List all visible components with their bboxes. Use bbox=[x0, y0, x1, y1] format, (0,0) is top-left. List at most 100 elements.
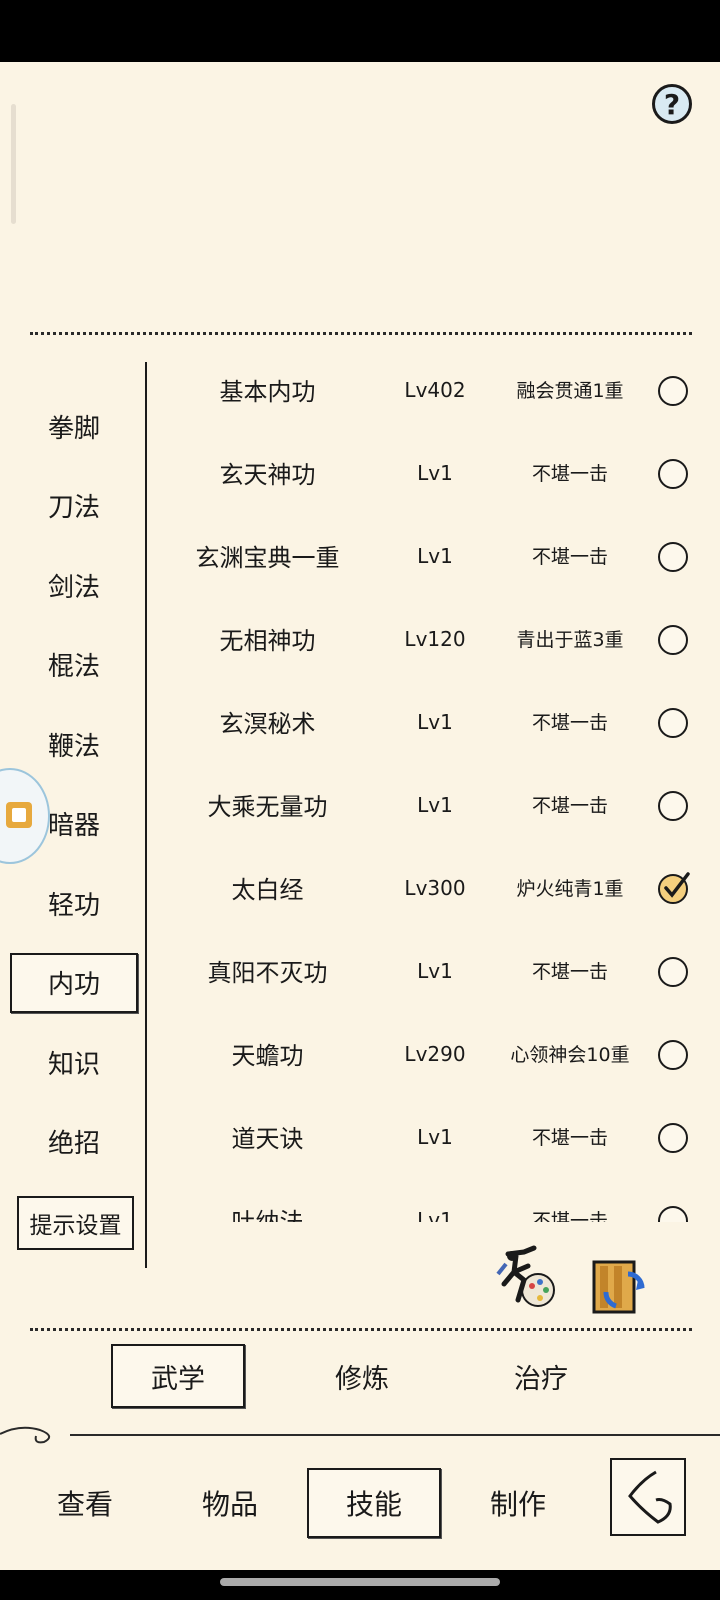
skill-name: 玄溟秘术 bbox=[219, 710, 316, 738]
category-label: 刀法 bbox=[47, 493, 100, 523]
skill-select-checkbox[interactable] bbox=[658, 872, 690, 904]
skill-select-checkbox[interactable] bbox=[658, 376, 688, 406]
skill-row[interactable]: 基本内功 Lv402 融会贯通1重 bbox=[150, 350, 720, 431]
skill-level: Lv300 bbox=[404, 875, 466, 900]
subtab[interactable]: 修炼 bbox=[295, 1344, 429, 1408]
skill-row[interactable]: 玄溟秘术 Lv1 不堪一击 bbox=[150, 680, 720, 763]
nav-tab-label: 技能 bbox=[345, 1488, 402, 1521]
hint-settings-label: 提示设置 bbox=[29, 1213, 122, 1239]
skill-row[interactable]: 天蟾功 Lv290 心领神会10重 bbox=[150, 1012, 720, 1095]
subtab[interactable]: 武学 bbox=[111, 1344, 245, 1408]
subtab[interactable]: 治疗 bbox=[474, 1344, 608, 1408]
nav-tab[interactable]: 物品 bbox=[163, 1468, 297, 1538]
nav-separator bbox=[70, 1434, 720, 1436]
top-divider bbox=[30, 332, 692, 335]
category-label: 绝招 bbox=[47, 1129, 100, 1159]
skill-row[interactable]: 无相神功 Lv120 青出于蓝3重 bbox=[150, 597, 720, 680]
nav-tab[interactable]: 技能 bbox=[307, 1468, 441, 1538]
skill-level: Lv1 bbox=[417, 792, 453, 817]
skill-row[interactable]: 太白经 Lv300 炉火纯青1重 bbox=[150, 846, 720, 929]
skill-row[interactable]: 吐纳法 Lv1 不堪一击 bbox=[150, 1178, 720, 1222]
subtab-label: 武学 bbox=[151, 1363, 205, 1395]
category-tab[interactable]: 轻功 bbox=[10, 873, 138, 933]
subtab-label: 治疗 bbox=[514, 1363, 568, 1395]
skill-row[interactable]: 大乘无量功 Lv1 不堪一击 bbox=[150, 763, 720, 846]
back-button[interactable] bbox=[610, 1458, 686, 1536]
scroll-exchange-icon[interactable] bbox=[586, 1256, 652, 1322]
skill-select-checkbox[interactable] bbox=[658, 708, 688, 738]
decorative-swirl-icon bbox=[0, 1426, 51, 1444]
subtab-label: 修炼 bbox=[335, 1363, 389, 1395]
skill-name: 基本内功 bbox=[219, 378, 316, 406]
category-tab[interactable]: 内功 bbox=[10, 952, 138, 1013]
skill-rank: 不堪一击 bbox=[531, 546, 608, 568]
skill-row[interactable]: 玄渊宝典一重 Lv1 不堪一击 bbox=[150, 514, 720, 597]
hint-settings-button[interactable]: 提示设置 bbox=[17, 1196, 134, 1250]
bottom-divider bbox=[30, 1328, 692, 1331]
sidebar-divider bbox=[145, 362, 147, 1268]
skill-name: 太白经 bbox=[231, 876, 304, 904]
nav-tab[interactable]: 制作 bbox=[451, 1468, 585, 1538]
question-mark-icon: ? bbox=[663, 87, 681, 121]
skill-level: Lv1 bbox=[417, 709, 453, 734]
skill-rank: 青出于蓝3重 bbox=[516, 629, 624, 651]
skill-row[interactable]: 玄天神功 Lv1 不堪一击 bbox=[150, 431, 720, 514]
skill-rank: 炉火纯青1重 bbox=[516, 878, 624, 900]
category-tab[interactable]: 剑法 bbox=[10, 555, 138, 615]
nav-tab-label: 查看 bbox=[56, 1488, 113, 1521]
status-bar bbox=[0, 0, 720, 62]
skill-name: 吐纳法 bbox=[231, 1208, 304, 1222]
skill-select-checkbox[interactable] bbox=[658, 957, 688, 987]
skill-rank: 心领神会10重 bbox=[510, 1044, 630, 1066]
skill-name: 大乘无量功 bbox=[207, 793, 328, 821]
home-indicator[interactable] bbox=[220, 1578, 500, 1586]
skill-rank: 不堪一击 bbox=[531, 1210, 608, 1222]
skill-level: Lv1 bbox=[417, 958, 453, 983]
skill-list[interactable]: 基本内功 Lv402 融会贯通1重 玄天神功 Lv1 不堪一击 玄渊宝典一重 Lv1 不堪一击无… bbox=[150, 350, 720, 1222]
skill-name: 玄天神功 bbox=[219, 461, 316, 489]
category-tab[interactable]: 拳脚 bbox=[10, 396, 138, 456]
skill-select-checkbox[interactable] bbox=[658, 542, 688, 572]
back-arrow-icon bbox=[628, 1470, 672, 1524]
skill-name: 道天诀 bbox=[231, 1125, 304, 1153]
category-label: 内功 bbox=[47, 970, 100, 1000]
skill-select-checkbox[interactable] bbox=[658, 1206, 688, 1222]
skill-rank: 不堪一击 bbox=[531, 712, 608, 734]
skill-select-checkbox[interactable] bbox=[658, 1040, 688, 1070]
category-tab[interactable]: 刀法 bbox=[10, 476, 138, 536]
nav-tab-label: 物品 bbox=[201, 1488, 258, 1521]
nav-tab-label: 制作 bbox=[489, 1488, 546, 1521]
checkmark-icon bbox=[664, 872, 690, 898]
skill-rank: 不堪一击 bbox=[531, 961, 608, 983]
skill-level: Lv1 bbox=[417, 543, 453, 568]
nav-tab[interactable]: 查看 bbox=[18, 1468, 152, 1538]
category-label: 知识 bbox=[47, 1049, 100, 1080]
skill-rank: 融会贯通1重 bbox=[516, 380, 624, 402]
skill-rank: 不堪一击 bbox=[531, 795, 608, 817]
skill-level: Lv402 bbox=[404, 377, 466, 402]
category-tab[interactable]: 棍法 bbox=[10, 635, 138, 695]
skill-rank: 不堪一击 bbox=[531, 463, 608, 485]
skill-name: 玄渊宝典一重 bbox=[195, 544, 340, 572]
category-tab[interactable]: 绝招 bbox=[10, 1112, 138, 1172]
category-label: 鞭法 bbox=[47, 731, 100, 762]
category-tab[interactable]: 知识 bbox=[10, 1032, 138, 1092]
category-label: 轻功 bbox=[47, 890, 100, 921]
category-label: 棍法 bbox=[47, 652, 100, 682]
skill-rank: 不堪一击 bbox=[531, 1127, 608, 1149]
skill-select-checkbox[interactable] bbox=[658, 459, 688, 489]
skill-level: Lv1 bbox=[417, 460, 453, 485]
skill-level: Lv1 bbox=[417, 1207, 453, 1223]
skill-select-checkbox[interactable] bbox=[658, 791, 688, 821]
scroll-indicator[interactable] bbox=[11, 104, 16, 224]
skill-row[interactable]: 道天诀 Lv1 不堪一击 bbox=[150, 1095, 720, 1178]
skill-level: Lv120 bbox=[404, 626, 466, 651]
skill-row[interactable]: 真阳不灭功 Lv1 不堪一击 bbox=[150, 929, 720, 1012]
skill-select-checkbox[interactable] bbox=[658, 1123, 688, 1153]
category-label: 剑法 bbox=[47, 572, 100, 603]
martial-artist-palette-icon[interactable] bbox=[494, 1244, 560, 1310]
help-button[interactable]: ? bbox=[652, 84, 692, 124]
category-tab[interactable]: 鞭法 bbox=[10, 714, 138, 774]
category-label: 拳脚 bbox=[47, 413, 100, 444]
skill-select-checkbox[interactable] bbox=[658, 625, 688, 655]
